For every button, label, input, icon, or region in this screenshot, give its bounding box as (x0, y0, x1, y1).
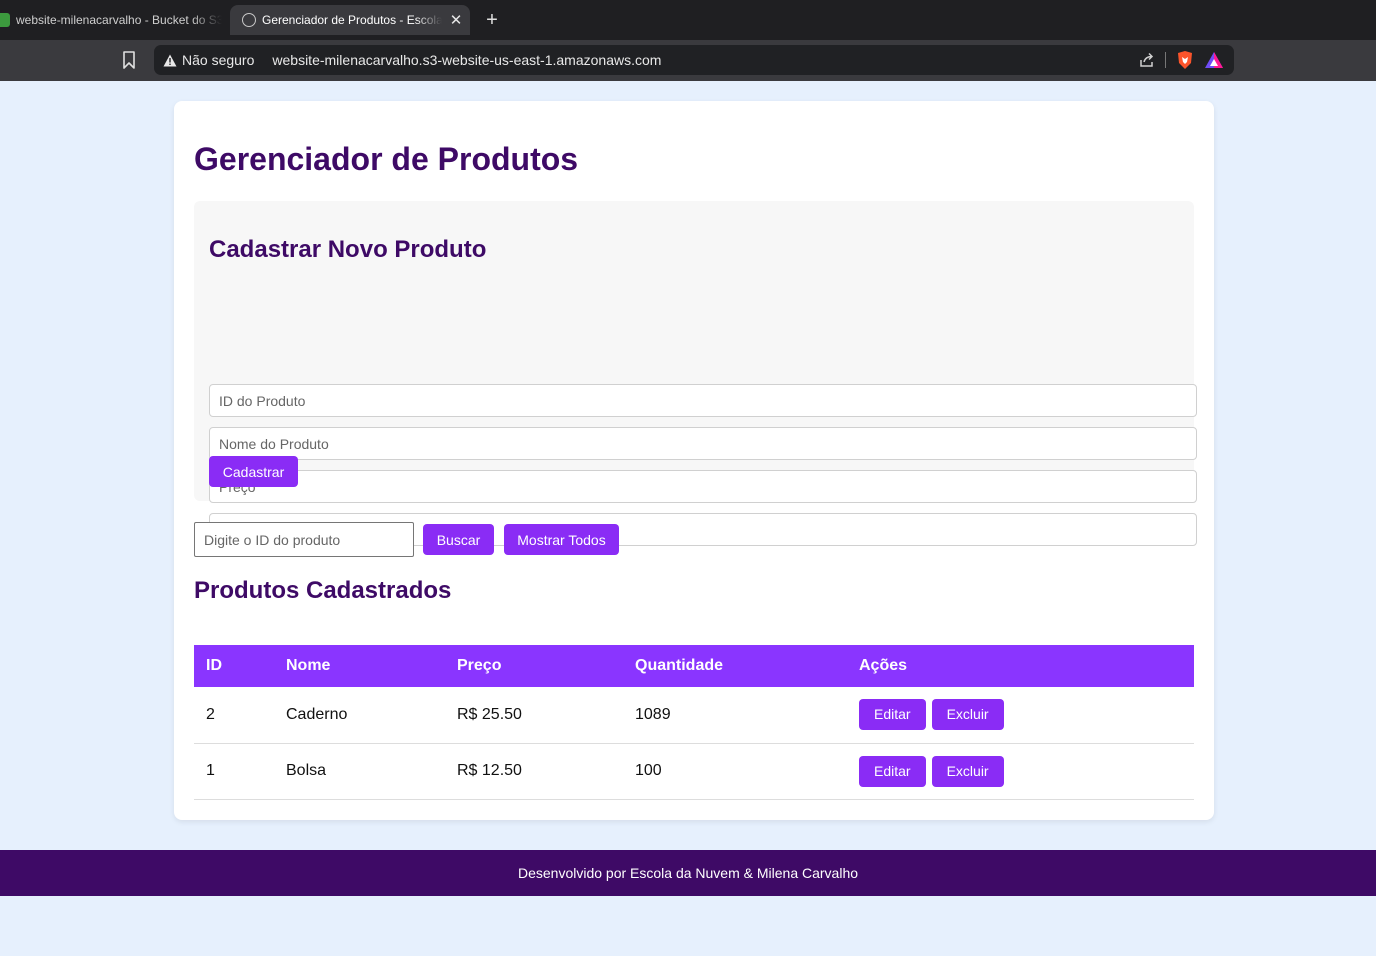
tab-gerenciador[interactable]: Gerenciador de Produtos - Escola da Nuve… (230, 5, 470, 35)
security-label[interactable]: Não seguro (182, 52, 254, 68)
browser-toolbar: Não seguro website-milenacarvalho.s3-web… (0, 40, 1376, 81)
table-header-row: ID Nome Preço Quantidade Ações (194, 645, 1194, 687)
edit-button[interactable]: Editar (859, 699, 926, 731)
share-icon[interactable] (1139, 52, 1155, 68)
url-text[interactable]: website-milenacarvalho.s3-website-us-eas… (272, 52, 661, 68)
cell-actions: Editar Excluir (847, 687, 1194, 744)
product-form: Cadastrar Novo Produto (194, 201, 1197, 546)
cell-name: Caderno (274, 687, 445, 744)
main-container: Gerenciador de Produtos Cadastrar Novo P… (174, 101, 1214, 820)
table-row: 2 Caderno R$ 25.50 1089 Editar Excluir (194, 687, 1194, 744)
tab-label: website-milenacarvalho - Bucket do S3 (16, 13, 222, 27)
address-bar[interactable]: Não seguro website-milenacarvalho.s3-web… (154, 45, 1234, 75)
column-header-id: ID (194, 645, 274, 687)
address-bar-actions (1139, 50, 1224, 70)
page-title: Gerenciador de Produtos (194, 141, 579, 177)
products-title: Produtos Cadastrados (194, 577, 452, 604)
cell-name: Bolsa (274, 743, 445, 800)
search-input[interactable] (194, 522, 414, 557)
products-table: ID Nome Preço Quantidade Ações 2 Caderno… (194, 645, 1194, 800)
delete-button[interactable]: Excluir (931, 699, 1004, 731)
column-header-price: Preço (445, 645, 623, 687)
form-title: Cadastrar Novo Produto (209, 236, 487, 263)
s3-favicon-icon (0, 13, 10, 27)
table-row: 1 Bolsa R$ 12.50 100 Editar Excluir (194, 743, 1194, 800)
browser-tab-bar: website-milenacarvalho - Bucket do S3 Ge… (0, 0, 1376, 40)
warning-icon[interactable] (163, 54, 177, 67)
brave-shield-icon[interactable] (1176, 50, 1194, 70)
column-header-actions: Ações (847, 645, 1194, 687)
show-all-button[interactable]: Mostrar Todos (504, 524, 619, 555)
brave-rewards-icon[interactable] (1204, 51, 1224, 69)
close-tab-icon[interactable]: ✕ (442, 11, 470, 29)
separator (1165, 52, 1166, 68)
cell-price: R$ 25.50 (445, 687, 623, 744)
product-id-input[interactable] (209, 384, 1197, 417)
cell-actions: Editar Excluir (847, 743, 1194, 800)
new-tab-button[interactable]: + (482, 8, 502, 32)
globe-icon (242, 13, 256, 27)
tab-label: Gerenciador de Produtos - Escola da Nuve… (262, 13, 442, 27)
cell-quantity: 1089 (623, 687, 847, 744)
register-button[interactable]: Cadastrar (209, 456, 298, 487)
cell-price: R$ 12.50 (445, 743, 623, 800)
column-header-quantity: Quantidade (623, 645, 847, 687)
search-button[interactable]: Buscar (423, 524, 494, 555)
cell-id: 2 (194, 687, 274, 744)
cell-quantity: 100 (623, 743, 847, 800)
edit-button[interactable]: Editar (859, 755, 926, 787)
delete-button[interactable]: Excluir (931, 755, 1004, 787)
cell-id: 1 (194, 743, 274, 800)
product-price-input[interactable] (209, 470, 1197, 503)
product-name-input[interactable] (209, 427, 1197, 460)
footer: Desenvolvido por Escola da Nuvem & Milen… (0, 850, 1376, 896)
column-header-name: Nome (274, 645, 445, 687)
bookmark-icon[interactable] (122, 51, 136, 69)
tab-bucket[interactable]: website-milenacarvalho - Bucket do S3 (0, 5, 222, 35)
